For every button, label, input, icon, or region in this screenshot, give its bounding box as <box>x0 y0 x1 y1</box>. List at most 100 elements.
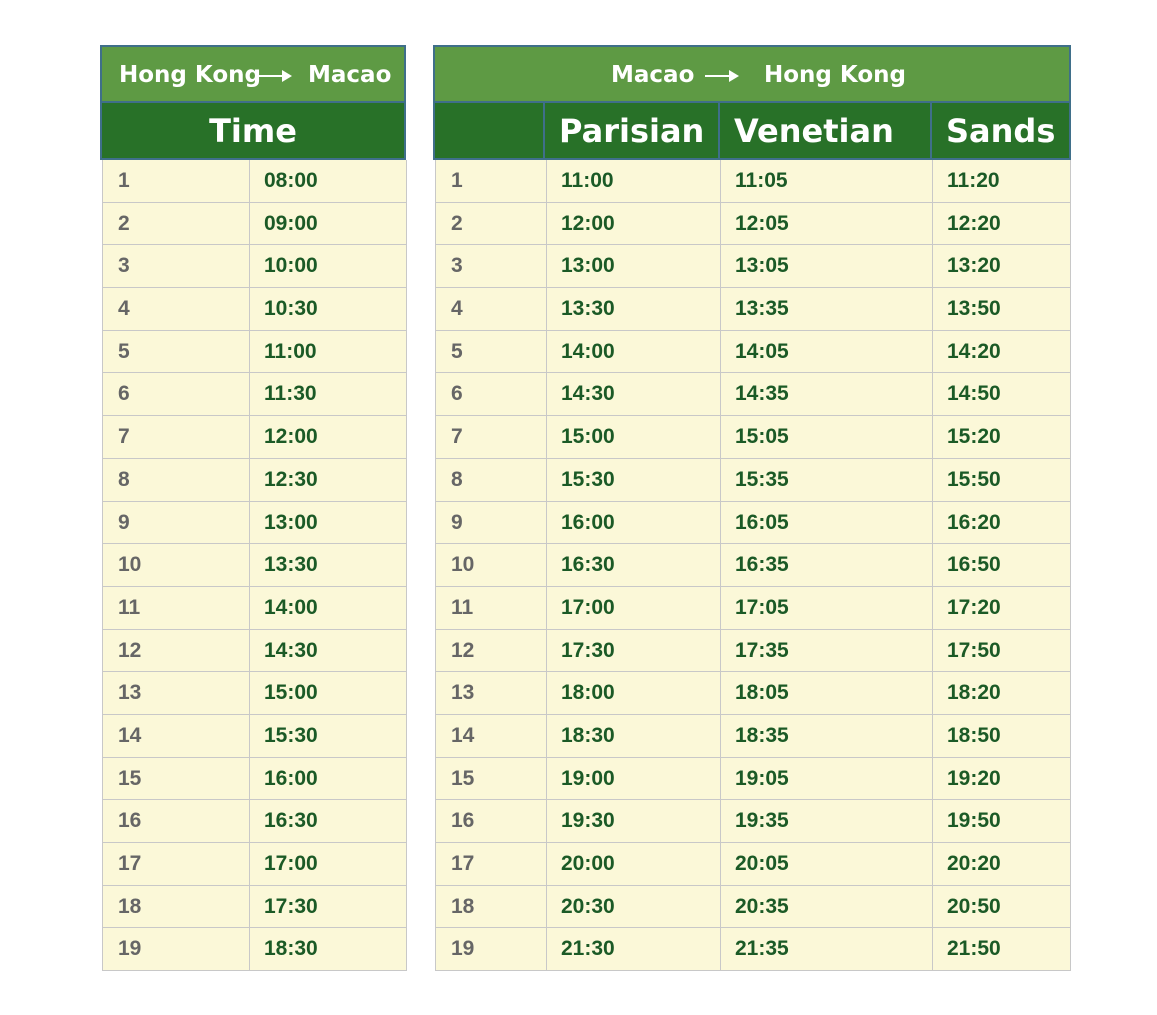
parisian-time: 19:30 <box>547 800 721 843</box>
table-row: 11 14:00 <box>102 586 407 630</box>
row-number: 2 <box>102 202 250 246</box>
venetian-time: 13:35 <box>721 288 933 331</box>
sands-time: 20:50 <box>933 885 1071 929</box>
row-number: 3 <box>102 245 250 289</box>
sands-time: 16:20 <box>933 501 1071 545</box>
parisian-time: 14:30 <box>547 373 721 417</box>
row-number: 8 <box>102 458 250 502</box>
table-row: 6 14:30 14:35 14:50 <box>435 373 1071 417</box>
departure-time: 15:30 <box>250 714 407 758</box>
sands-time: 13:20 <box>933 245 1071 289</box>
venetian-time: 19:05 <box>721 757 933 801</box>
table-row: 13 15:00 <box>102 672 407 715</box>
venetian-time: 11:05 <box>721 160 933 203</box>
venetian-time: 21:35 <box>721 928 933 972</box>
departure-time: 13:00 <box>250 501 407 545</box>
row-number: 3 <box>435 245 547 289</box>
sands-time: 14:50 <box>933 373 1071 417</box>
departure-time: 11:00 <box>250 330 407 374</box>
table-row: 4 13:30 13:35 13:50 <box>435 288 1071 331</box>
sands-time: 21:50 <box>933 928 1071 972</box>
row-number: 4 <box>435 288 547 331</box>
departure-time: 16:00 <box>250 757 407 801</box>
sands-time: 19:50 <box>933 800 1071 843</box>
parisian-time: 16:00 <box>547 501 721 545</box>
row-number: 15 <box>102 757 250 801</box>
venetian-time: 17:05 <box>721 586 933 630</box>
row-number: 19 <box>435 928 547 972</box>
table-row: 4 10:30 <box>102 288 407 331</box>
departure-time: 16:30 <box>250 800 407 843</box>
row-number: 5 <box>102 330 250 374</box>
departure-time: 10:30 <box>250 288 407 331</box>
departure-time: 11:30 <box>250 373 407 417</box>
departure-time: 17:00 <box>250 843 407 886</box>
sands-time: 13:50 <box>933 288 1071 331</box>
parisian-time: 21:30 <box>547 928 721 972</box>
table-row: 7 12:00 <box>102 416 407 459</box>
parisian-time: 18:30 <box>547 714 721 758</box>
departure-time: 14:00 <box>250 586 407 630</box>
row-number: 17 <box>102 843 250 886</box>
route-header-hk-macao: Hong Kong Macao <box>100 45 406 103</box>
venetian-time: 18:05 <box>721 672 933 715</box>
venetian-time: 20:05 <box>721 843 933 886</box>
table-row: 17 20:00 20:05 20:20 <box>435 843 1071 886</box>
venetian-time: 15:35 <box>721 458 933 502</box>
venetian-time: 14:05 <box>721 330 933 374</box>
row-number: 6 <box>435 373 547 417</box>
sands-time: 12:20 <box>933 202 1071 246</box>
parisian-time: 18:00 <box>547 672 721 715</box>
venetian-time: 18:35 <box>721 714 933 758</box>
route-origin: Hong Kong <box>119 62 261 88</box>
table-row: 14 18:30 18:35 18:50 <box>435 714 1071 758</box>
table-row: 6 11:30 <box>102 373 407 417</box>
route-origin: Macao <box>611 62 695 88</box>
parisian-time: 13:00 <box>547 245 721 289</box>
row-number: 9 <box>435 501 547 545</box>
table-row: 16 16:30 <box>102 800 407 843</box>
venetian-time: 17:35 <box>721 629 933 673</box>
departure-time: 08:00 <box>250 160 407 203</box>
column-header-row: Time <box>100 103 407 160</box>
table-row: 3 10:00 <box>102 245 407 289</box>
row-number: 13 <box>102 672 250 715</box>
table-row: 5 11:00 <box>102 330 407 374</box>
column-header-sands: Sands <box>932 103 1071 160</box>
route-destination: Macao <box>308 62 392 88</box>
macao-to-hk-rows: 1 11:00 11:05 11:20 2 12:00 12:05 12:20 3 13:00 13… <box>435 160 1071 972</box>
column-header-parisian: Parisian <box>545 103 720 160</box>
departure-time: 18:30 <box>250 928 407 972</box>
table-row: 8 15:30 15:35 15:50 <box>435 458 1071 502</box>
table-row: 10 13:30 <box>102 544 407 587</box>
column-header-venetian: Venetian <box>720 103 932 160</box>
venetian-time: 20:35 <box>721 885 933 929</box>
sands-time: 19:20 <box>933 757 1071 801</box>
row-number: 7 <box>102 416 250 459</box>
row-number: 2 <box>435 202 547 246</box>
row-number: 11 <box>102 586 250 630</box>
route-destination: Hong Kong <box>764 62 906 88</box>
table-row: 9 16:00 16:05 16:20 <box>435 501 1071 545</box>
sands-time: 14:20 <box>933 330 1071 374</box>
row-number: 14 <box>102 714 250 758</box>
parisian-time: 15:30 <box>547 458 721 502</box>
table-row: 1 08:00 <box>102 160 407 203</box>
venetian-time: 16:05 <box>721 501 933 545</box>
sands-time: 18:20 <box>933 672 1071 715</box>
row-number: 14 <box>435 714 547 758</box>
table-row: 2 09:00 <box>102 202 407 246</box>
hk-to-macao-rows: 1 08:00 2 09:00 3 10:00 4 10:30 5 11:00 6 11:30 7 12:… <box>102 160 407 972</box>
row-number: 11 <box>435 586 547 630</box>
venetian-time: 15:05 <box>721 416 933 459</box>
table-row: 12 17:30 17:35 17:50 <box>435 629 1071 673</box>
table-row: 10 16:30 16:35 16:50 <box>435 544 1071 587</box>
row-number: 12 <box>435 629 547 673</box>
column-header-time: Time <box>100 103 406 160</box>
parisian-time: 16:30 <box>547 544 721 587</box>
table-row: 1 11:00 11:05 11:20 <box>435 160 1071 203</box>
venetian-time: 12:05 <box>721 202 933 246</box>
sands-time: 17:20 <box>933 586 1071 630</box>
row-number: 18 <box>102 885 250 929</box>
table-row: 17 17:00 <box>102 843 407 886</box>
